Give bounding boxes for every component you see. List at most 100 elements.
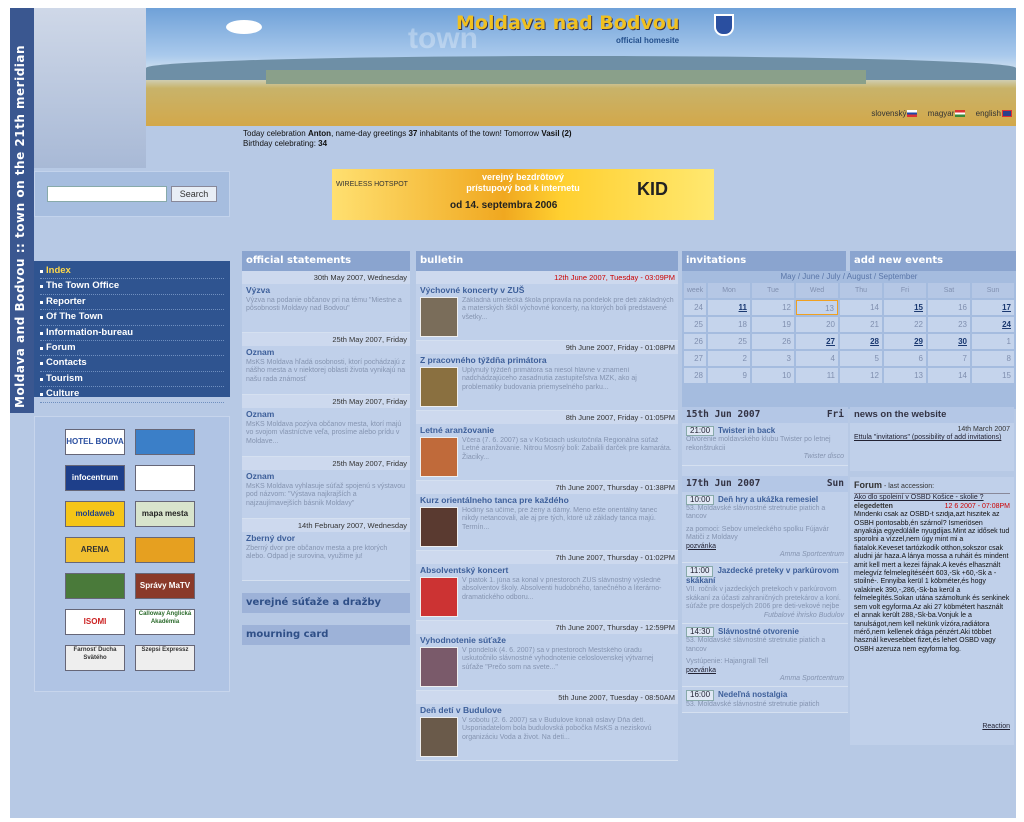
site-title[interactable]: Moldava nad Bodvou <box>456 12 679 34</box>
cal-day[interactable]: 4 <box>796 351 838 366</box>
logo-farnost[interactable]: Farnosť Ducha Svätého <box>65 645 125 671</box>
cal-day[interactable]: 1 <box>972 334 1014 349</box>
bulletin-photo[interactable] <box>420 437 458 477</box>
cal-day[interactable]: 14 <box>840 300 882 315</box>
bulletin-title[interactable]: Letné aranžovanie <box>416 424 678 436</box>
nav-forum[interactable]: Forum <box>40 341 224 357</box>
logo-szepsi-expressz[interactable]: Szepsi Expressz <box>135 645 195 671</box>
cal-day[interactable]: 30 <box>928 334 970 349</box>
nav-of-the-town[interactable]: Of The Town <box>40 310 224 326</box>
nav-index[interactable]: Index <box>40 264 224 280</box>
cal-day[interactable]: 13 <box>884 368 926 383</box>
nav-town-office[interactable]: The Town Office <box>40 279 224 295</box>
bulletin-title[interactable]: Kurz orientálneho tanca pre každého <box>416 494 678 506</box>
bulletin-title[interactable]: Deň detí v Budulove <box>416 704 678 716</box>
cal-day[interactable]: 9 <box>708 368 750 383</box>
cal-day[interactable]: 27 <box>796 334 838 349</box>
event-item[interactable]: 21:00 Twister in back Otvorenie moldavskéh… <box>682 423 848 466</box>
bulletin-photo[interactable] <box>420 717 458 757</box>
statement-title[interactable]: Oznam <box>242 346 410 358</box>
nav-culture[interactable]: Culture <box>40 387 224 403</box>
cal-day[interactable]: 23 <box>928 317 970 332</box>
cal-day[interactable]: 6 <box>884 351 926 366</box>
search-button[interactable]: Search <box>171 186 217 202</box>
cal-day[interactable]: 24 <box>972 317 1014 332</box>
wifi-ad-banner[interactable]: WIRELESS HOTSPOT verejný bezdrôtový príst… <box>332 169 714 220</box>
forum-reaction-link[interactable]: Reaction <box>982 723 1010 731</box>
mourning-card-link[interactable]: mourning card <box>242 625 410 645</box>
cal-day[interactable]: 16 <box>928 300 970 315</box>
bulletin-item[interactable]: 7th June 2007, Thursday - 01:02PM Absolve… <box>416 551 678 621</box>
statement-item[interactable]: 30th May 2007, Wednesday Výzva Výzva na po… <box>242 271 410 333</box>
logo-calloway[interactable]: Calloway Anglická Akadémia <box>135 609 195 635</box>
nav-reporter[interactable]: Reporter <box>40 295 224 311</box>
cal-day[interactable]: 22 <box>884 317 926 332</box>
bulletin-photo[interactable] <box>420 577 458 617</box>
statement-item[interactable]: 14th February 2007, Wednesday Zberný dvor… <box>242 519 410 581</box>
cal-day[interactable]: 20 <box>796 317 838 332</box>
public-tenders-link[interactable]: verejné súťaže a dražby <box>242 593 410 613</box>
event-title[interactable]: Nedeľná nostalgia <box>718 690 787 699</box>
cal-day[interactable]: 14 <box>928 368 970 383</box>
cal-day[interactable]: 19 <box>752 317 794 332</box>
logo-youth-center[interactable] <box>135 537 195 563</box>
cal-day[interactable]: 15 <box>884 300 926 315</box>
cal-day[interactable]: 10 <box>752 368 794 383</box>
lang-slovak[interactable]: slovenský <box>867 109 918 118</box>
logo-regional[interactable] <box>135 429 195 455</box>
logo-infocentrum[interactable]: infocentrum <box>65 465 125 491</box>
logo-isomi[interactable]: ISOMI <box>65 609 125 635</box>
news-link[interactable]: Ettula "invitations" (possibility of add… <box>854 434 1010 442</box>
cal-day[interactable]: 11 <box>708 300 750 315</box>
bulletin-title[interactable]: Z pracovného týždňa primátora <box>416 354 678 366</box>
statement-item[interactable]: 25th May 2007, Friday Oznam MsKS Moldava p… <box>242 395 410 457</box>
bulletin-photo[interactable] <box>420 297 458 337</box>
logo-hotel-bodva[interactable]: HOTEL BODVA <box>65 429 125 455</box>
cal-day[interactable]: 25 <box>708 334 750 349</box>
nav-information-bureau[interactable]: Information-bureau <box>40 326 224 342</box>
cal-day[interactable]: 28 <box>840 334 882 349</box>
event-title[interactable]: Deň hry a ukážka remesiel <box>718 495 818 504</box>
bulletin-item[interactable]: 7th June 2007, Thursday - 01:38PM Kurz or… <box>416 481 678 551</box>
event-item[interactable]: 14:30 Slávnostné otvorenie 53. Moldavské s… <box>682 624 848 688</box>
logo-mapa-mesta[interactable]: mapa mesta <box>135 501 195 527</box>
statement-item[interactable]: 25th May 2007, Friday Oznam MsKS Moldava h… <box>242 333 410 395</box>
bulletin-title[interactable]: Absolventský koncert <box>416 564 678 576</box>
event-invitation-link[interactable]: pozvánka <box>686 543 716 550</box>
forum-heading[interactable]: Forum <box>854 480 882 490</box>
cal-day[interactable]: 5 <box>840 351 882 366</box>
bulletin-item[interactable]: 7th June 2007, Thursday - 12:59PM Vyhodno… <box>416 621 678 691</box>
statement-item[interactable]: 25th May 2007, Friday Oznam MsKS Moldava v… <box>242 457 410 519</box>
logo-spravy-matv[interactable]: Správy MaTV <box>135 573 195 599</box>
statement-title[interactable]: Výzva <box>242 284 410 296</box>
statement-title[interactable]: Oznam <box>242 408 410 420</box>
statement-title[interactable]: Zberný dvor <box>242 532 410 544</box>
logo-cyber[interactable] <box>135 465 195 491</box>
bulletin-item[interactable]: 5th June 2007, Tuesday - 08:50AM Deň detí… <box>416 691 678 761</box>
forum-topic-link[interactable]: Ako dlo spoleiní v OSBD Košice - skolie … <box>854 494 1010 502</box>
event-title[interactable]: Twister in back <box>718 426 775 435</box>
cal-day[interactable]: 2 <box>708 351 750 366</box>
calendar-month-nav[interactable]: May / June / July / August / September <box>682 271 1016 283</box>
event-item[interactable]: 10:00 Deň hry a ukážka remesiel 53. Moldav… <box>682 492 848 564</box>
lang-hungarian[interactable]: magyar <box>924 109 966 118</box>
bulletin-item[interactable]: 8th June 2007, Friday - 01:05PM Letné ara… <box>416 411 678 481</box>
cal-day[interactable]: 15 <box>972 368 1014 383</box>
cal-day[interactable]: 12 <box>752 300 794 315</box>
cal-day[interactable]: 18 <box>708 317 750 332</box>
cal-day[interactable]: 21 <box>840 317 882 332</box>
cal-day[interactable]: 8 <box>972 351 1014 366</box>
event-item[interactable]: 11:00 Jazdecké preteky v parkúrovom skáka… <box>682 563 848 624</box>
cal-day[interactable]: 29 <box>884 334 926 349</box>
bulletin-item[interactable]: 12th June 2007, Tuesday - 03:09PM Výchovn… <box>416 271 678 341</box>
event-item[interactable]: 16:00 Nedeľná nostalgia 53. Moldavské sláv… <box>682 687 848 714</box>
bulletin-photo[interactable] <box>420 367 458 407</box>
event-invitation-link[interactable]: pozvánka <box>686 667 716 674</box>
cal-day[interactable]: 26 <box>752 334 794 349</box>
logo-green[interactable] <box>65 573 125 599</box>
bulletin-title[interactable]: Výchovné koncerty v ZUŠ <box>416 284 678 296</box>
search-input[interactable] <box>47 186 167 202</box>
bulletin-item[interactable]: 9th June 2007, Friday - 01:08PM Z pracovn… <box>416 341 678 411</box>
lang-english[interactable]: english <box>972 109 1012 118</box>
nav-contacts[interactable]: Contacts <box>40 356 224 372</box>
